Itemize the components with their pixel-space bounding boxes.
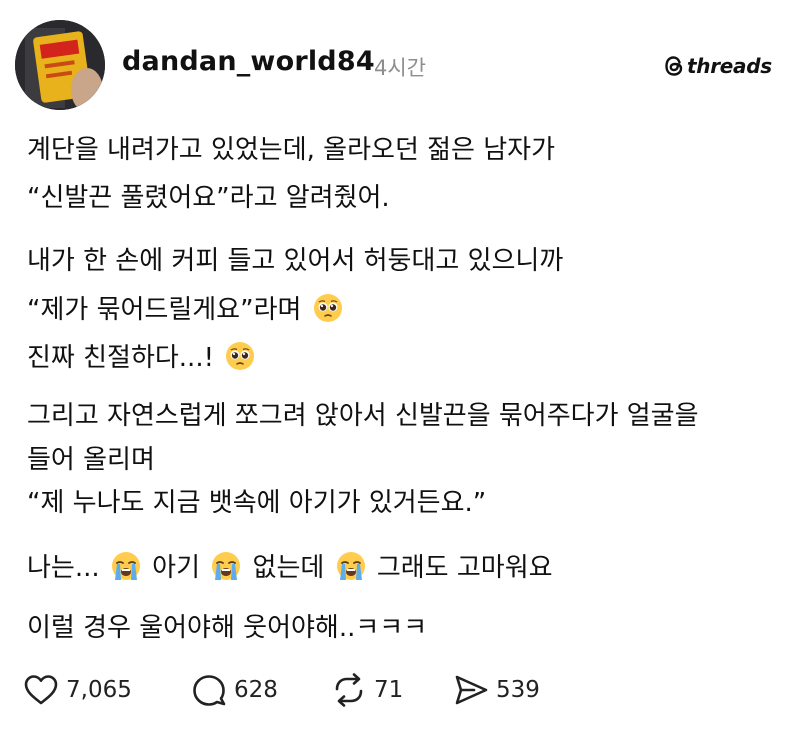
username[interactable]: dandan_world84: [122, 46, 375, 77]
post-time: 4시간: [374, 56, 427, 80]
threads-logo-icon: [665, 56, 683, 76]
post-text-line: 나는... 아기 없는데 그래도 고마워요: [27, 550, 553, 590]
like-button[interactable]: 7,065: [22, 668, 132, 712]
post-text-line: “제가 묶어드릴게요”라며: [27, 292, 346, 332]
repost-button[interactable]: 71: [330, 668, 403, 712]
repost-icon: [335, 673, 363, 707]
loudly-crying-face-emoji: [110, 550, 142, 590]
post-text-segment: 나는...: [27, 553, 100, 583]
post-text-line: “제 누나도 지금 뱃속에 아기가 있거든요.”: [27, 488, 487, 518]
loudly-crying-face-emoji: [210, 550, 242, 590]
post-text-line: 내가 한 손에 커피 들고 있어서 허둥대고 있으니까: [27, 246, 564, 276]
post-text-line: 계단을 내려가고 있었는데, 올라오던 젊은 남자가: [27, 135, 555, 165]
comment-button[interactable]: 628: [190, 668, 278, 712]
post-text-line: 진짜 친절하다...!: [27, 340, 258, 380]
post-text-segment: 그래도 고마워요: [376, 553, 553, 583]
threads-logo[interactable]: threads: [664, 53, 772, 79]
pleading-face-emoji: [224, 340, 256, 380]
share-button[interactable]: 539: [452, 668, 540, 712]
comment-bubble-icon: [193, 675, 226, 706]
repost-count: 71: [374, 677, 404, 703]
pleading-face-emoji: [312, 292, 344, 332]
avatar[interactable]: [15, 20, 105, 110]
threads-wordmark: threads: [687, 54, 772, 78]
post-header: dandan_world84 4시간 threads: [0, 0, 800, 120]
heart-icon: [24, 675, 58, 705]
post-text-segment: “제가 묶어드릴게요”라며: [27, 295, 302, 325]
post-text-segment: 아기: [152, 553, 201, 583]
post-text-segment: 없는데: [252, 553, 325, 583]
post-text-line: 이럴 경우 울어야해 웃어야해..ㅋㅋㅋ: [27, 613, 428, 643]
post-text-segment: 진짜 친절하다...!: [27, 343, 215, 373]
like-count: 7,065: [66, 677, 132, 703]
comment-count: 628: [234, 677, 278, 703]
post-text-line: 그리고 자연스럽게 쪼그려 앉아서 신발끈을 묶어주다가 얼굴을: [27, 401, 699, 431]
post-text-line: “신발끈 풀렸어요”라고 알려줬어.: [27, 183, 390, 213]
post-actions: 7,065 628 71 539: [0, 668, 800, 718]
share-count: 539: [496, 677, 540, 703]
send-icon: [455, 675, 488, 705]
loudly-crying-face-emoji: [335, 550, 367, 590]
post-text-line: 들어 올리며: [27, 445, 155, 475]
